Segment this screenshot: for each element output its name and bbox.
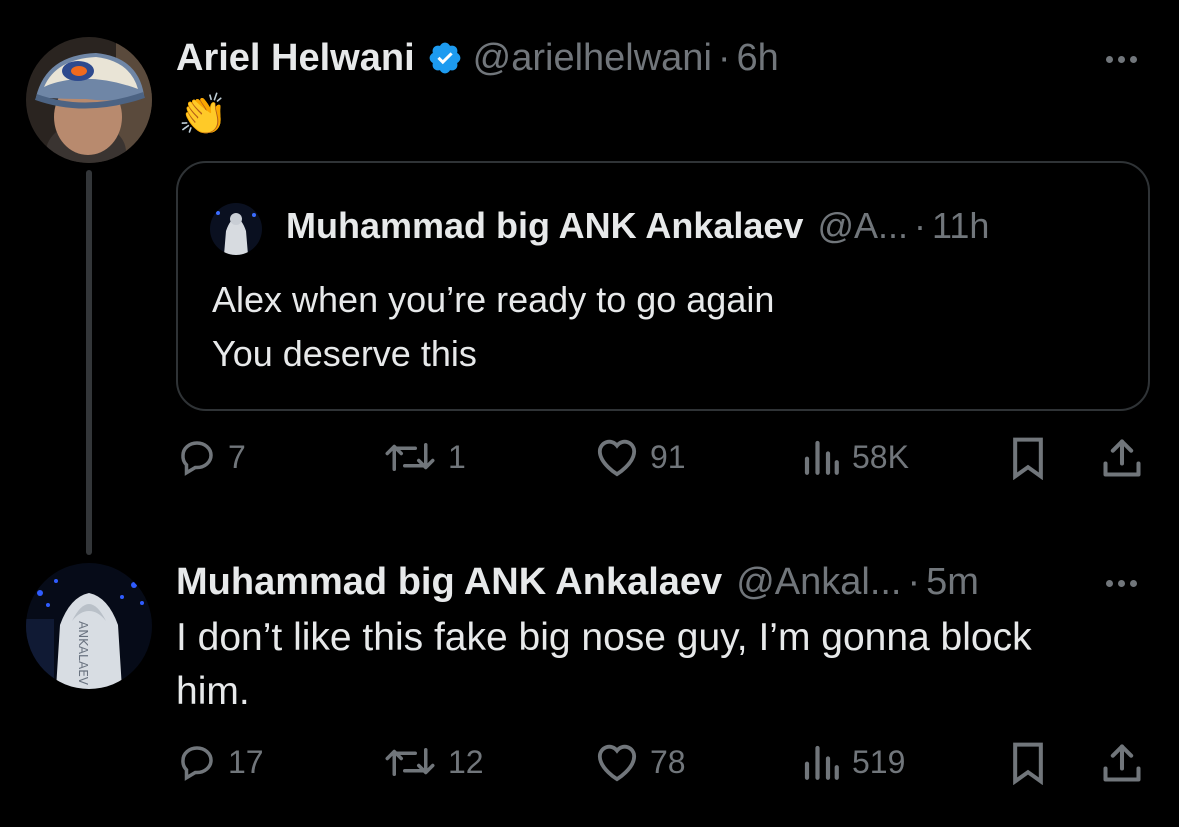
timestamp[interactable]: 6h — [737, 37, 779, 80]
views-button[interactable]: 58K — [800, 436, 909, 478]
separator-dot: · — [914, 205, 926, 246]
views-count: 58K — [852, 438, 909, 475]
separator-dot: · — [907, 561, 921, 603]
views-button[interactable]: 519 — [800, 741, 905, 783]
repost-icon — [385, 443, 435, 471]
share-icon — [1103, 744, 1141, 782]
tweet-ariel[interactable]: Ariel Helwani @arielhelwani · 6h 👏 Muham… — [0, 0, 1179, 520]
repost-icon — [385, 748, 435, 776]
avatar[interactable] — [26, 37, 152, 163]
avatar[interactable]: ANKALAEV — [26, 563, 152, 689]
quote-avatar[interactable] — [210, 203, 262, 255]
tweet-actions: 7 1 91 58K — [176, 436, 1151, 486]
reply-count: 7 — [228, 438, 246, 475]
bookmark-button[interactable] — [1008, 741, 1048, 785]
views-icon — [804, 745, 839, 780]
author-name[interactable]: Muhammad big ANK Ankalaev — [176, 561, 722, 604]
repost-button[interactable]: 12 — [382, 741, 484, 783]
like-button[interactable]: 78 — [594, 741, 686, 783]
verified-badge-icon — [427, 40, 463, 76]
tweet-header: Ariel Helwani @arielhelwani · 6h — [176, 34, 779, 80]
like-icon — [597, 439, 637, 477]
reply-icon — [181, 441, 213, 476]
tweet-ankalaev[interactable]: ANKALAEV Muhammad big ANK Ankalaev @Anka… — [0, 555, 1179, 827]
bookmark-icon — [1013, 742, 1043, 785]
timestamp[interactable]: 5m — [926, 561, 979, 604]
share-button[interactable] — [1100, 741, 1144, 785]
like-count: 91 — [650, 438, 686, 475]
reply-count: 17 — [228, 743, 264, 780]
views-count: 519 — [852, 743, 906, 780]
tweet-header: Muhammad big ANK Ankalaev @Ankal... · 5m — [176, 561, 979, 604]
tweet-actions: 17 12 78 519 — [176, 741, 1151, 791]
like-icon — [597, 744, 637, 782]
bookmark-button[interactable] — [1008, 436, 1048, 480]
reply-button[interactable]: 17 — [176, 741, 264, 783]
author-handle[interactable]: @Ankal... — [736, 561, 901, 604]
repost-count: 12 — [448, 743, 484, 780]
reply-icon — [181, 746, 213, 781]
quote-author-handle[interactable]: @A... — [817, 205, 908, 247]
like-count: 78 — [650, 743, 686, 780]
reply-button[interactable]: 7 — [176, 436, 246, 478]
share-button[interactable] — [1100, 436, 1144, 480]
more-icon[interactable] — [1106, 56, 1137, 63]
author-name[interactable]: Ariel Helwani — [176, 37, 415, 80]
bookmark-icon — [1013, 437, 1043, 480]
more-icon[interactable] — [1106, 580, 1137, 587]
share-icon — [1103, 439, 1141, 477]
author-handle[interactable]: @arielhelwani — [473, 37, 712, 80]
quote-body: Alex when you’re ready to go again You d… — [212, 279, 775, 374]
views-icon — [804, 440, 839, 475]
repost-button[interactable]: 1 — [382, 436, 466, 478]
quoted-tweet[interactable]: Muhammad big ANK Ankalaev @A... · 11h Al… — [176, 161, 1150, 411]
quote-header: Muhammad big ANK Ankalaev @A... · 11h — [286, 205, 989, 247]
like-button[interactable]: 91 — [594, 436, 686, 478]
svg-text:ANKALAEV: ANKALAEV — [76, 621, 90, 686]
repost-count: 1 — [448, 438, 466, 475]
quote-timestamp[interactable]: 11h — [932, 205, 989, 247]
quote-author-name[interactable]: Muhammad big ANK Ankalaev — [286, 205, 803, 247]
tweet-body: I don’t like this fake big nose guy, I’m… — [176, 616, 1032, 713]
separator-dot: · — [717, 37, 731, 79]
tweet-body: 👏 — [178, 93, 228, 137]
